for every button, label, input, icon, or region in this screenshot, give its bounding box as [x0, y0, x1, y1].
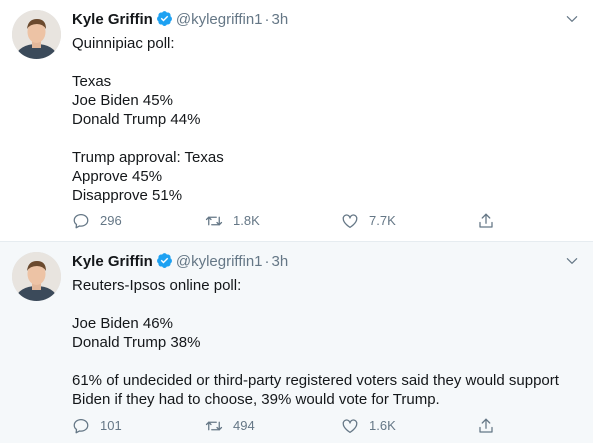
- author-name[interactable]: Kyle Griffin: [72, 253, 153, 270]
- share-icon: [479, 213, 493, 228]
- retweet-icon: [205, 421, 223, 431]
- tweet-line: Donald Trump 44%: [72, 111, 201, 128]
- verified-badge-icon: [156, 11, 172, 26]
- separator-dot: ·: [264, 11, 270, 28]
- timestamp[interactable]: 3h: [272, 253, 289, 270]
- retweet-button[interactable]: 494: [205, 416, 255, 436]
- avatar[interactable]: [12, 252, 61, 301]
- author-handle[interactable]: @kylegriffin1: [176, 253, 263, 270]
- retweet-button[interactable]: 1.8K: [205, 211, 260, 231]
- like-icon: [342, 214, 358, 229]
- tweet-line: Joe Biden 45%: [72, 92, 173, 109]
- tweet-actions: 296 1.8K 7.7K: [72, 211, 582, 231]
- share-button[interactable]: [477, 416, 505, 436]
- tweet-header: Kyle Griffin @kylegriffin1 · 3h: [72, 10, 288, 30]
- reply-count: 101: [100, 418, 122, 433]
- share-button[interactable]: [477, 211, 505, 231]
- reply-count: 296: [100, 213, 122, 228]
- tweet-line: Reuters-Ipsos online poll:: [72, 277, 242, 294]
- like-count: 1.6K: [369, 418, 396, 433]
- tweet-line: 61% of undecided or third-party register…: [72, 372, 559, 389]
- tweet-line: Joe Biden 46%: [72, 315, 173, 332]
- tweet-line: Texas: [72, 73, 112, 90]
- tweet[interactable]: Kyle Griffin @kylegriffin1 · 3h Reuters-Ips…: [0, 242, 593, 443]
- like-count: 7.7K: [369, 213, 396, 228]
- author-handle[interactable]: @kylegriffin1: [176, 11, 263, 28]
- avatar[interactable]: [12, 10, 61, 59]
- author-name[interactable]: Kyle Griffin: [72, 11, 153, 28]
- reply-icon: [73, 213, 89, 229]
- verified-badge-icon: [156, 253, 172, 268]
- tweet[interactable]: Kyle Griffin @kylegriffin1 · 3h Quinnipiac …: [0, 0, 593, 242]
- tweet-line: Disapprove 51%: [72, 187, 183, 204]
- reply-button[interactable]: 296: [72, 211, 122, 231]
- timestamp[interactable]: 3h: [272, 11, 289, 28]
- tweet-line: Donald Trump 38%: [72, 334, 201, 351]
- chevron-down-icon[interactable]: [565, 12, 579, 26]
- like-button[interactable]: 7.7K: [341, 211, 396, 231]
- reply-button[interactable]: 101: [72, 416, 122, 436]
- separator-dot: ·: [264, 253, 270, 270]
- retweet-count: 1.8K: [233, 213, 260, 228]
- retweet-count: 494: [233, 418, 255, 433]
- tweet-header: Kyle Griffin @kylegriffin1 · 3h: [72, 252, 288, 272]
- tweet-text: Reuters-Ipsos online poll: Joe Biden 46%…: [72, 276, 582, 409]
- chevron-down-icon[interactable]: [565, 254, 579, 268]
- tweet-line: Biden if they had to choose, 39% would v…: [72, 391, 440, 408]
- like-button[interactable]: 1.6K: [341, 416, 396, 436]
- tweet-line: Approve 45%: [72, 168, 163, 185]
- retweet-icon: [205, 216, 223, 226]
- tweet-text: Quinnipiac poll: Texas Joe Biden 45% Don…: [72, 34, 582, 205]
- like-icon: [342, 419, 358, 434]
- tweet-line: Trump approval: Texas: [72, 149, 224, 166]
- share-icon: [479, 418, 493, 433]
- tweet-actions: 101 494 1.6K: [72, 416, 582, 436]
- reply-icon: [73, 418, 89, 434]
- tweet-line: Quinnipiac poll:: [72, 35, 175, 52]
